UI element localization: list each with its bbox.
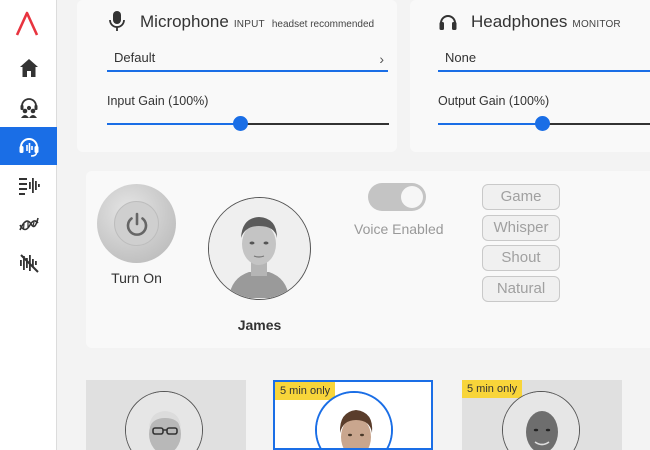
power-icon xyxy=(126,212,147,236)
mode-button-shout[interactable]: Shout xyxy=(482,245,560,271)
voice-card-bald-man[interactable]: 5 min only xyxy=(462,380,622,450)
toggle-knob xyxy=(401,186,423,208)
selected-voice-avatar[interactable] xyxy=(208,197,311,300)
sidebar-item-home[interactable] xyxy=(0,49,57,87)
selected-voice-name: James xyxy=(237,317,282,333)
microphone-device-value: Default xyxy=(114,50,156,65)
sidebar-item-soundboard[interactable] xyxy=(0,166,57,204)
mode-button-natural[interactable]: Natural xyxy=(482,276,560,302)
mode-button-game[interactable]: Game xyxy=(482,184,560,210)
time-limit-badge: 5 min only xyxy=(462,380,523,398)
dna-icon xyxy=(18,217,39,231)
microphone-note: headset recommended xyxy=(271,19,375,30)
output-gain-slider[interactable] xyxy=(438,116,650,132)
time-limit-badge: 5 min only xyxy=(275,382,336,400)
input-gain-thumb[interactable] xyxy=(233,116,248,131)
headset-icon xyxy=(19,138,38,157)
voice-card-james[interactable]: 5 min only xyxy=(273,380,433,450)
headphones-panel: Headphones MONITOR None Output Gain (100… xyxy=(410,0,650,152)
equalizer-icon xyxy=(18,178,40,195)
microphone-icon xyxy=(107,10,127,32)
microphone-title-text: Microphone xyxy=(140,12,229,31)
james-portrait-icon xyxy=(317,393,391,448)
older-man-portrait-icon xyxy=(126,392,202,450)
sidebar-item-community[interactable] xyxy=(0,88,57,126)
input-gain-label: Input Gain (100%) xyxy=(107,94,209,108)
headphones-device-select[interactable]: None xyxy=(438,47,650,72)
power-button[interactable] xyxy=(97,184,176,263)
man-portrait-icon xyxy=(209,198,309,298)
power-label: Turn On xyxy=(111,270,162,286)
users-headset-icon xyxy=(20,98,37,118)
headphones-title-text: Headphones xyxy=(471,12,568,31)
voice-enabled-toggle[interactable] xyxy=(368,183,426,211)
waveform-cut-icon xyxy=(19,254,39,273)
input-gain-slider[interactable] xyxy=(107,116,389,132)
voice-card-older-man[interactable] xyxy=(86,380,246,450)
headphones-title: Headphones MONITOR xyxy=(471,12,621,32)
voice-enabled-label: Voice Enabled xyxy=(354,221,444,237)
microphone-title: Microphone INPUT headset recommended xyxy=(140,12,374,32)
home-icon xyxy=(19,59,38,77)
sidebar-item-noise-reduction[interactable] xyxy=(0,244,57,282)
sidebar-item-voice-lab[interactable] xyxy=(0,205,57,243)
bald-man-avatar xyxy=(502,391,580,450)
headphones-tag: MONITOR xyxy=(572,19,621,30)
older-man-avatar xyxy=(125,391,203,450)
chevron-right-icon: › xyxy=(379,51,384,67)
power-button-inner xyxy=(114,201,159,246)
headphones-icon xyxy=(438,10,458,32)
bald-man-portrait-icon xyxy=(503,392,579,450)
output-gain-fill xyxy=(438,123,542,125)
sidebar xyxy=(0,0,57,450)
output-gain-thumb[interactable] xyxy=(535,116,550,131)
input-gain-fill xyxy=(107,123,240,125)
microphone-tag: INPUT xyxy=(233,19,265,30)
logo-icon[interactable] xyxy=(12,8,42,38)
sidebar-item-voice-changer[interactable] xyxy=(0,127,57,165)
microphone-panel: Microphone INPUT headset recommended Def… xyxy=(77,0,397,152)
output-gain-label: Output Gain (100%) xyxy=(438,94,550,108)
microphone-device-select[interactable]: Default › xyxy=(107,47,388,72)
headphones-device-value: None xyxy=(445,50,477,65)
mode-button-whisper[interactable]: Whisper xyxy=(482,215,560,241)
